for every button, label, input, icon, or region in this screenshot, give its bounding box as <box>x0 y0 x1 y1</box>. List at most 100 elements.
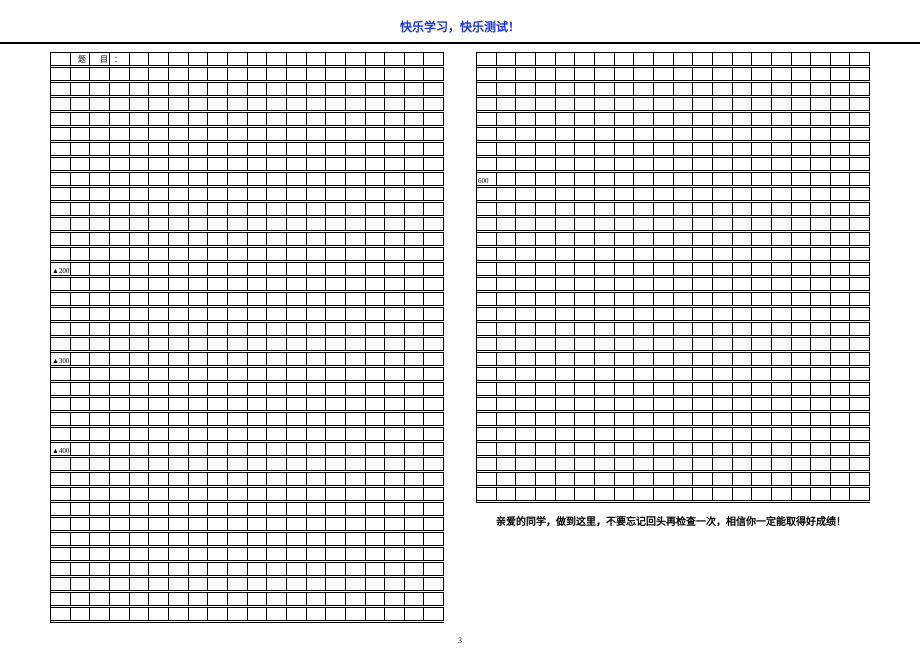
grid-cell <box>208 608 228 621</box>
grid-cell <box>497 68 517 81</box>
grid-cell <box>772 413 792 426</box>
grid-cell <box>654 218 674 231</box>
grid-cell <box>497 473 517 486</box>
grid-cell <box>385 278 405 291</box>
grid-cell <box>169 68 189 81</box>
grid-cell <box>772 68 792 81</box>
grid-cell <box>385 248 405 261</box>
grid-cell <box>346 233 366 246</box>
grid-cell <box>811 143 831 156</box>
grid-cell <box>149 263 169 276</box>
grid-cell <box>477 248 497 261</box>
grid-cell <box>424 83 444 96</box>
grid-cell <box>385 368 405 381</box>
grid-cell <box>850 98 870 111</box>
grid-cell <box>850 428 870 441</box>
grid-cell <box>713 458 733 471</box>
grid-cell <box>346 263 366 276</box>
grid-cell <box>326 128 346 141</box>
grid-cell <box>208 413 228 426</box>
grid-cell <box>248 173 268 186</box>
grid-cell <box>130 53 150 66</box>
grid-cell <box>615 443 635 456</box>
grid-cell <box>287 233 307 246</box>
grid-cell <box>575 158 595 171</box>
grid-cell <box>228 128 248 141</box>
grid-cell <box>326 233 346 246</box>
grid-cell <box>228 83 248 96</box>
grid-cell <box>130 368 150 381</box>
grid-cell <box>208 113 228 126</box>
grid-cell <box>267 98 287 111</box>
grid-cell <box>51 443 71 456</box>
grid-cell <box>752 308 772 321</box>
grid-cell <box>536 68 556 81</box>
grid-cell <box>228 488 248 501</box>
grid-cell <box>405 278 425 291</box>
grid-cell <box>556 188 576 201</box>
grid-cell <box>831 413 851 426</box>
grid-cell <box>110 128 130 141</box>
grid-cell <box>752 428 772 441</box>
grid-cell <box>385 308 405 321</box>
grid-cell <box>366 218 386 231</box>
grid-cell <box>595 218 615 231</box>
grid-cell <box>267 218 287 231</box>
grid-cell <box>752 113 772 126</box>
grid-cell <box>536 293 556 306</box>
grid-cell <box>228 548 248 561</box>
grid-cell <box>90 533 110 546</box>
grid-cell <box>575 293 595 306</box>
grid-cell <box>772 158 792 171</box>
grid-cell <box>149 158 169 171</box>
grid-cell <box>424 428 444 441</box>
grid-cell <box>536 368 556 381</box>
grid-cell <box>772 218 792 231</box>
grid-cell <box>307 548 327 561</box>
grid-cell <box>248 443 268 456</box>
grid-cell <box>752 473 772 486</box>
grid-cell <box>575 113 595 126</box>
grid-cell <box>674 188 694 201</box>
grid-cell <box>556 428 576 441</box>
grid-cell <box>189 203 209 216</box>
grid-cell <box>385 293 405 306</box>
grid-cell <box>71 518 91 531</box>
grid-cell <box>248 233 268 246</box>
grid-cell <box>615 488 635 501</box>
grid-cell <box>169 338 189 351</box>
grid-cell <box>385 428 405 441</box>
grid-cell <box>752 173 772 186</box>
grid-cell <box>326 98 346 111</box>
grid-cell <box>307 233 327 246</box>
grid-cell <box>326 293 346 306</box>
grid-cell <box>90 368 110 381</box>
grid-row <box>477 428 870 441</box>
grid-cell <box>248 413 268 426</box>
grid-cell <box>149 68 169 81</box>
grid-cell <box>713 368 733 381</box>
grid-cell <box>71 443 91 456</box>
grid-cell <box>385 53 405 66</box>
grid-cell <box>850 263 870 276</box>
grid-cell <box>149 173 169 186</box>
grid-cell <box>733 398 753 411</box>
grid-cell <box>248 203 268 216</box>
grid-cell <box>169 428 189 441</box>
grid-cell <box>424 233 444 246</box>
grid-cell <box>385 68 405 81</box>
grid-cell <box>850 113 870 126</box>
grid-cell <box>831 398 851 411</box>
grid-cell <box>497 128 517 141</box>
grid-cell <box>654 293 674 306</box>
grid-cell <box>366 383 386 396</box>
grid-cell <box>248 488 268 501</box>
grid-cell <box>208 563 228 576</box>
grid-cell <box>424 308 444 321</box>
grid-cell <box>228 143 248 156</box>
grid-cell <box>556 53 576 66</box>
grid-cell <box>634 248 654 261</box>
grid-cell <box>792 83 812 96</box>
grid-cell <box>366 503 386 516</box>
grid-cell <box>772 353 792 366</box>
